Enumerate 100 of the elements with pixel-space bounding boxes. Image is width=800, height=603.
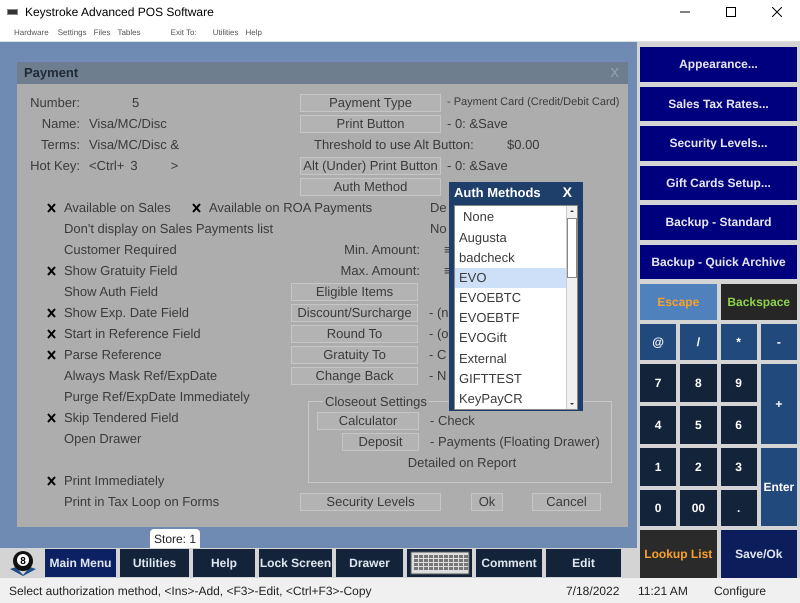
keypad-key[interactable]: 6 [720,406,757,444]
menu-item[interactable]: Utilities [212,26,238,38]
menu-item[interactable]: Help [245,26,262,38]
list-item[interactable]: badcheck [455,247,566,268]
option-label[interactable]: Customer Required [64,240,177,260]
option-label[interactable]: Show Auth Field [64,282,158,302]
field-value: - (n [429,304,448,322]
option-label[interactable]: Purge Ref/ExpDate Immediately [64,386,250,406]
keypad-key[interactable]: 7 [640,364,676,402]
list-item[interactable]: GIFTTEST [455,368,566,389]
dialog-button[interactable]: Ok [471,493,503,511]
keypad-key[interactable]: Lookup List [640,530,716,578]
x-mark-icon[interactable] [192,202,201,212]
close-icon[interactable] [772,7,782,17]
dialog-button[interactable]: Change Back [291,366,418,384]
keypad-key[interactable]: 00 [680,490,716,526]
side-button[interactable]: Appearance... [640,47,797,82]
toolbar-button[interactable]: Comment [476,549,542,577]
keypad-key[interactable]: 3 [720,448,757,486]
keypad-key[interactable]: Save/Ok [720,530,797,578]
x-mark-icon[interactable] [47,308,56,318]
keypad-key[interactable]: 5 [680,406,716,444]
toolbar-button[interactable]: Utilities [120,549,189,577]
field-value: - Payment Card (Credit/Debit Card) [447,95,620,110]
keypad-key[interactable]: . [720,490,757,526]
option-label[interactable]: Show Gratuity Field [64,260,178,280]
dialog-button[interactable]: Discount/Surcharge [291,304,418,322]
keypad-key[interactable]: 0 [640,490,676,526]
keyboard-icon [410,551,470,575]
list-item[interactable]: EVO [455,268,566,288]
list-item[interactable]: None [455,207,566,228]
dialog-button[interactable]: Calculator [317,412,419,430]
x-mark-icon[interactable] [47,476,56,486]
menu-item[interactable]: Hardware [14,26,49,38]
toolbar-button[interactable]: Help [193,549,255,577]
side-button[interactable]: Sales Tax Rates... [640,86,797,121]
toolbar-button[interactable]: Drawer [336,549,403,577]
x-mark-icon[interactable] [47,412,56,422]
menu-item[interactable]: Files [94,26,110,38]
keypad-key[interactable]: 8 [680,364,716,402]
dialog-button[interactable]: Cancel [532,493,601,511]
dialog-button[interactable]: Deposit [342,432,419,450]
keypad-key[interactable]: - [760,324,797,360]
x-mark-icon[interactable] [47,202,56,212]
option-label[interactable]: Start in Reference Field [64,324,201,344]
option-label[interactable]: Print Immediately [64,470,164,490]
x-mark-icon[interactable] [47,350,56,360]
dialog-button[interactable]: Security Levels [300,493,441,511]
keyboard-button[interactable] [407,549,472,577]
toolbar-button[interactable]: Lock Screen [259,549,332,577]
side-button[interactable]: Backup - Standard [640,205,797,240]
list-item[interactable]: EVOGift [455,328,566,348]
list-item[interactable]: KeyPayCR [455,388,566,409]
dialog-button[interactable]: Print Button [300,114,441,132]
dialog-button[interactable]: Payment Type [300,94,441,112]
option-label[interactable]: Don't display on Sales Payments list [64,218,274,238]
keypad-key[interactable]: * [720,324,757,360]
list-item[interactable]: Augusta [455,227,566,248]
option-label[interactable]: Open Drawer [64,428,142,448]
keypad-key[interactable]: Enter [760,448,797,526]
list-item[interactable]: EVOEBTC [455,288,566,308]
scroll-thumb[interactable] [567,218,577,278]
keypad-key[interactable]: 9 [720,364,757,402]
option-label[interactable]: Available on Sales [64,198,171,218]
keypad-key[interactable]: Backspace [720,284,797,320]
list-item[interactable]: External [455,348,566,368]
keypad-key[interactable]: @ [640,324,676,360]
side-button[interactable]: Backup - Quick Archive [640,244,797,279]
option-label[interactable]: Skip Tendered Field [64,408,179,428]
close-button[interactable]: X [562,182,572,203]
option-label[interactable]: Parse Reference [64,344,162,364]
side-button[interactable]: Gift Cards Setup... [640,166,797,200]
dialog-button[interactable]: Round To [291,324,418,342]
menu-item[interactable]: Tables [117,26,141,38]
keypad-key[interactable]: 4 [640,406,676,444]
option-label[interactable]: Available on ROA Payments [209,198,372,218]
option-label[interactable]: Print in Tax Loop on Forms [64,492,220,512]
field-value: - 0: &Save [447,156,508,175]
keypad-key[interactable]: 2 [680,448,716,486]
keypad-key[interactable]: 1 [640,448,676,486]
keypad-key[interactable]: + [760,364,797,444]
option-label[interactable]: Always Mask Ref/ExpDate [64,366,218,386]
toolbar-button[interactable]: Main Menu [45,549,116,577]
menu-item[interactable]: Settings [58,26,87,38]
dialog-button[interactable]: Auth Method [300,178,441,196]
field-value: $0.00 [507,136,540,154]
menu-item[interactable]: Exit To: [170,26,197,38]
dialog-button[interactable]: Alt (Under) Print Button [300,156,441,174]
keypad-key[interactable]: / [680,324,716,360]
scrollbar[interactable] [566,206,577,409]
maximize-icon[interactable] [726,7,736,17]
x-mark-icon[interactable] [47,328,56,338]
dialog-button[interactable]: Gratuity To [291,346,418,364]
side-button[interactable]: Security Levels... [640,126,797,160]
list-item[interactable]: EVOEBTF [455,308,566,328]
x-mark-icon[interactable] [47,266,56,276]
field-value: > [170,156,178,175]
option-label[interactable]: Show Exp. Date Field [64,302,190,322]
dialog-button[interactable]: Eligible Items [291,282,418,300]
toolbar-button[interactable]: Edit [546,549,621,577]
